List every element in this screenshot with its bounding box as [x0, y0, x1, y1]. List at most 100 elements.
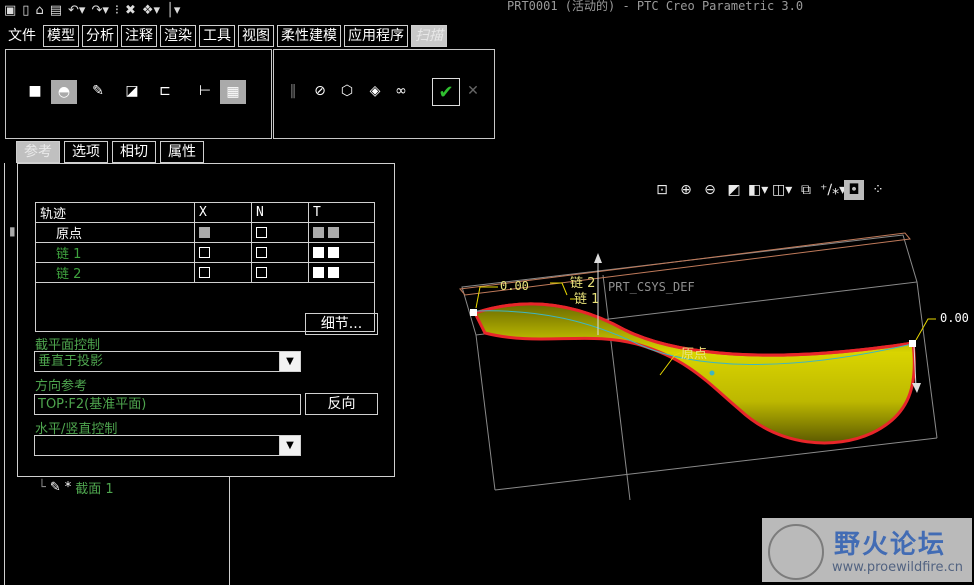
- menu-flexible[interactable]: 柔性建模: [277, 25, 341, 47]
- preview-icon[interactable]: ⬡: [338, 82, 356, 100]
- window-title: PRT0001 (活动的) - PTC Creo Parametric 3.0: [507, 0, 804, 13]
- menu-applications[interactable]: 应用程序: [344, 25, 408, 47]
- row-name: 链 2: [35, 262, 195, 283]
- csys-label: PRT_CSYS_DEF: [608, 280, 695, 294]
- tree-node-icon: ▮: [9, 224, 16, 238]
- n-checkbox[interactable]: [256, 227, 267, 238]
- chain1-label: 链 1: [574, 292, 599, 307]
- refit-icon[interactable]: ⊡: [652, 180, 672, 200]
- row-name: 原点: [35, 222, 195, 243]
- dropdown-arrow-icon[interactable]: ▼: [279, 352, 300, 371]
- view-manager-icon[interactable]: ⧉: [796, 180, 816, 200]
- graphics-canvas[interactable]: 0.00 0.00 链 2 链 1 PRT_CSYS_DEF 原点: [440, 225, 974, 515]
- tab-options[interactable]: 选项: [64, 141, 108, 163]
- dashboard-tabs: 参考 选项 相切 属性: [16, 141, 204, 163]
- view-toolbar: ⊡ ⊕ ⊖ ◩ ◧▾ ◫▾ ⧉ ⁺∕⁎▾ ◘ ⁘: [652, 180, 888, 200]
- x-checkbox[interactable]: [199, 267, 210, 278]
- save-icon[interactable]: ▤: [50, 3, 62, 18]
- origin-label: 原点: [681, 347, 707, 362]
- regenerate-icon[interactable]: ⁝: [115, 3, 119, 18]
- open-icon[interactable]: ⌂: [35, 3, 43, 18]
- n-checkbox[interactable]: [256, 247, 267, 258]
- x-checkbox[interactable]: [199, 247, 210, 258]
- datum-display-icon[interactable]: ⁺∕⁎▾: [820, 180, 846, 200]
- tab-properties[interactable]: 属性: [160, 141, 204, 163]
- table-row[interactable]: 原点: [35, 222, 375, 243]
- saved-views-icon[interactable]: ◫▾: [772, 180, 792, 200]
- annotation-display-icon[interactable]: ◘: [844, 180, 864, 200]
- glasses-icon[interactable]: ∞: [392, 82, 410, 100]
- sketch-icon: ✎: [49, 480, 61, 495]
- table-row[interactable]: 链 1: [35, 242, 375, 263]
- tree-item-section[interactable]: └ ✎ * 截面 1: [38, 478, 114, 497]
- watermark-title: 野火论坛: [834, 530, 947, 560]
- x-checkbox: [199, 227, 210, 238]
- pause-icon[interactable]: ‖: [284, 82, 302, 100]
- t-checkbox: [313, 227, 324, 238]
- verify-icon[interactable]: ◈: [366, 82, 384, 100]
- direction-ref-label: 方向参考: [35, 379, 88, 394]
- menu-render[interactable]: 渲染: [160, 25, 196, 47]
- col-header-n: N: [251, 202, 309, 223]
- drag-handle[interactable]: [909, 340, 916, 347]
- constant-section-icon[interactable]: ⊢: [196, 82, 214, 100]
- undo-icon[interactable]: ↶▾: [68, 3, 85, 18]
- remove-material-icon[interactable]: ◪: [123, 82, 141, 100]
- spin-center-icon[interactable]: ⁘: [868, 180, 888, 200]
- display-style-icon[interactable]: ◧▾: [748, 180, 768, 200]
- menu-view[interactable]: 视图: [238, 25, 274, 47]
- customize-icon[interactable]: │▾: [166, 3, 180, 18]
- table-row[interactable]: 链 2: [35, 262, 375, 283]
- variable-section-icon[interactable]: ▦: [220, 80, 246, 104]
- confirm-icon[interactable]: ✔: [432, 78, 460, 106]
- watermark-url: www.proewildfire.cn: [832, 560, 963, 575]
- windows-icon[interactable]: ❖▾: [142, 3, 160, 18]
- zoom-in-icon[interactable]: ⊕: [676, 180, 696, 200]
- menu-tools[interactable]: 工具: [199, 25, 235, 47]
- menu-model[interactable]: 模型: [43, 25, 79, 47]
- menu-bar: 文件 模型 分析 注释 渲染 工具 视图 柔性建模 应用程序 扫描: [4, 25, 447, 47]
- t-checkbox[interactable]: [313, 267, 324, 278]
- row-name: 链 1: [35, 242, 195, 263]
- cancel-icon[interactable]: ✕: [464, 82, 482, 100]
- surface-icon[interactable]: ◓: [51, 80, 77, 104]
- sketch-section-icon[interactable]: ✎: [89, 82, 107, 100]
- menu-annotate[interactable]: 注释: [121, 25, 157, 47]
- zoom-out-icon[interactable]: ⊖: [700, 180, 720, 200]
- origin-point: [709, 370, 715, 376]
- solid-icon[interactable]: ■: [26, 82, 44, 100]
- col-header-t: T: [308, 202, 375, 223]
- tab-tangency[interactable]: 相切: [112, 141, 156, 163]
- section-plane-select[interactable]: 垂直于投影 ▼: [34, 351, 301, 372]
- menu-analysis[interactable]: 分析: [82, 25, 118, 47]
- dim-label-left[interactable]: 0.00: [500, 279, 529, 293]
- chain2-label: 链 2: [570, 276, 595, 291]
- col-header-x: X: [194, 202, 252, 223]
- tab-references[interactable]: 参考: [16, 141, 60, 163]
- direction-ref-field[interactable]: TOP:F2(基准平面): [34, 394, 301, 415]
- close-icon[interactable]: ✖: [125, 3, 136, 18]
- new-icon[interactable]: ▯: [22, 3, 29, 18]
- no-preview-icon[interactable]: ⊘: [311, 82, 329, 100]
- flip-button[interactable]: 反向: [305, 393, 378, 415]
- dim-label-right[interactable]: 0.00: [940, 311, 969, 325]
- menu-file[interactable]: 文件: [4, 25, 40, 47]
- repaint-icon[interactable]: ◩: [724, 180, 744, 200]
- col-header-trajectory: 轨迹: [35, 202, 195, 223]
- window-icon[interactable]: ▣: [4, 3, 16, 18]
- redo-icon[interactable]: ↷▾: [91, 3, 108, 18]
- n-checkbox[interactable]: [256, 267, 267, 278]
- drag-handle[interactable]: [470, 309, 477, 316]
- butterfly-logo-icon: [768, 524, 824, 580]
- swept-surface: [472, 302, 916, 445]
- hv-control-select[interactable]: ▼: [34, 435, 301, 456]
- watermark: 野火论坛 www.proewildfire.cn: [762, 518, 972, 582]
- start-arrow-head: [912, 383, 921, 393]
- ribbon-sweep-options: ■ ◓ ✎ ◪ ⊏ ⊢ ▦: [5, 49, 272, 139]
- menu-sweep[interactable]: 扫描: [411, 25, 447, 47]
- dropdown-arrow-icon[interactable]: ▼: [279, 436, 300, 455]
- details-button[interactable]: 细节...: [305, 313, 378, 335]
- t-checkbox[interactable]: [313, 247, 324, 258]
- thicken-icon[interactable]: ⊏: [156, 82, 174, 100]
- ribbon-actions: ‖ ⊘ ⬡ ◈ ∞ ✔ ✕: [273, 49, 495, 139]
